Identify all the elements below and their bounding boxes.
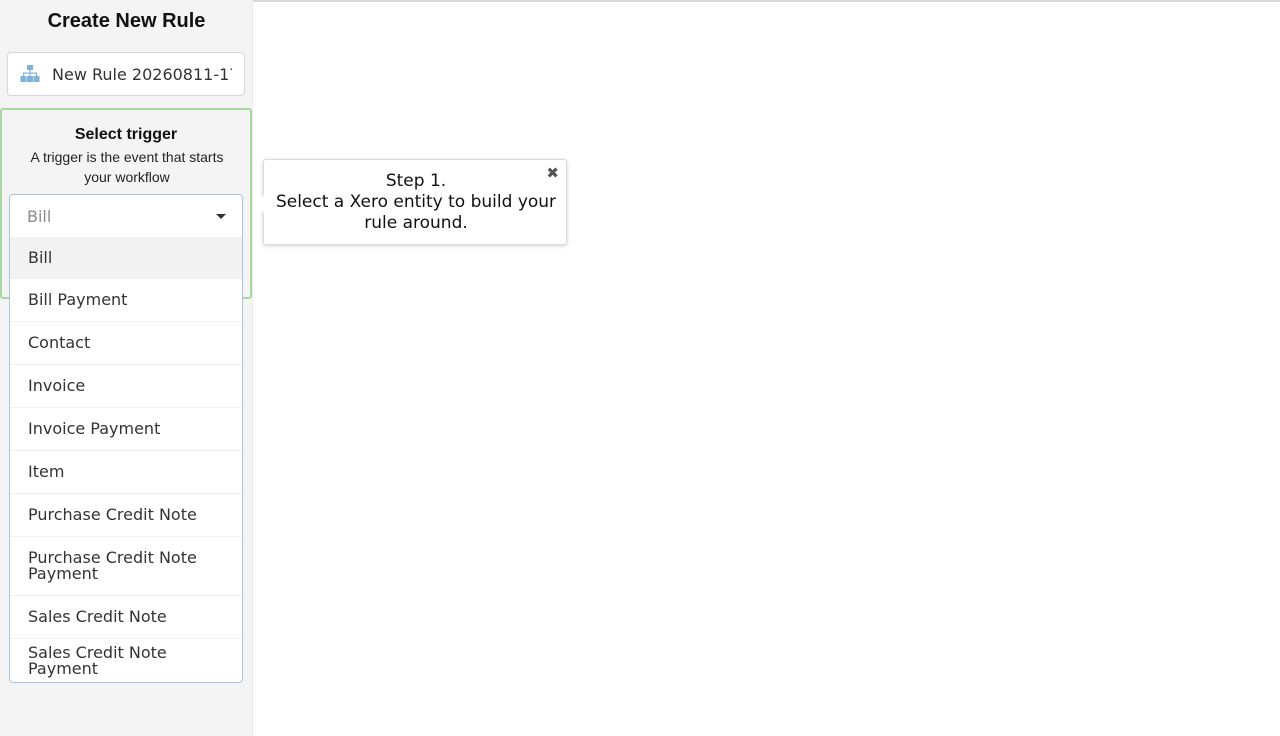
trigger-select-value: Bill [27, 207, 52, 226]
trigger-option-bill-payment[interactable]: Bill Payment [10, 279, 242, 322]
trigger-option-sales-credit-note-payment[interactable]: Sales Credit Note Payment [10, 639, 242, 682]
trigger-option-purchase-credit-note-payment[interactable]: Purchase Credit Note Payment [10, 537, 242, 596]
rule-name-input[interactable] [52, 64, 232, 84]
trigger-option-sales-credit-note[interactable]: Sales Credit Note [10, 596, 242, 639]
trigger-dropdown-list: Bill Bill Payment Contact Invoice Invoic… [9, 237, 243, 683]
sidebar-title: Create New Rule [47, 10, 206, 32]
onboarding-tooltip: Step 1. Select a Xero entity to build yo… [255, 159, 567, 245]
trigger-option-invoice-payment[interactable]: Invoice Payment [10, 408, 242, 451]
rule-name-field[interactable] [7, 52, 245, 96]
caret-down-icon[interactable] [216, 214, 226, 219]
sitemap-icon [20, 65, 40, 83]
rule-sidebar: Create New Rule Select trigger A trigger… [0, 0, 253, 736]
trigger-option-purchase-credit-note[interactable]: Purchase Credit Note [10, 494, 242, 537]
tooltip-step: Step 1. [385, 171, 447, 191]
close-icon[interactable]: ✖ [546, 164, 559, 182]
trigger-option-contact[interactable]: Contact [10, 322, 242, 365]
tooltip-message: Select a Xero entity to build your rule … [275, 192, 557, 233]
tooltip-arrow [255, 195, 264, 213]
trigger-option-invoice[interactable]: Invoice [10, 365, 242, 408]
trigger-select[interactable]: Bill [9, 194, 243, 238]
trigger-option-item[interactable]: Item [10, 451, 242, 494]
trigger-description: A trigger is the event that starts your … [30, 149, 224, 185]
trigger-title: Select trigger [74, 126, 178, 143]
trigger-option-bill[interactable]: Bill [10, 237, 242, 279]
tooltip-text: Step 1. Select a Xero entity to build yo… [274, 171, 558, 234]
